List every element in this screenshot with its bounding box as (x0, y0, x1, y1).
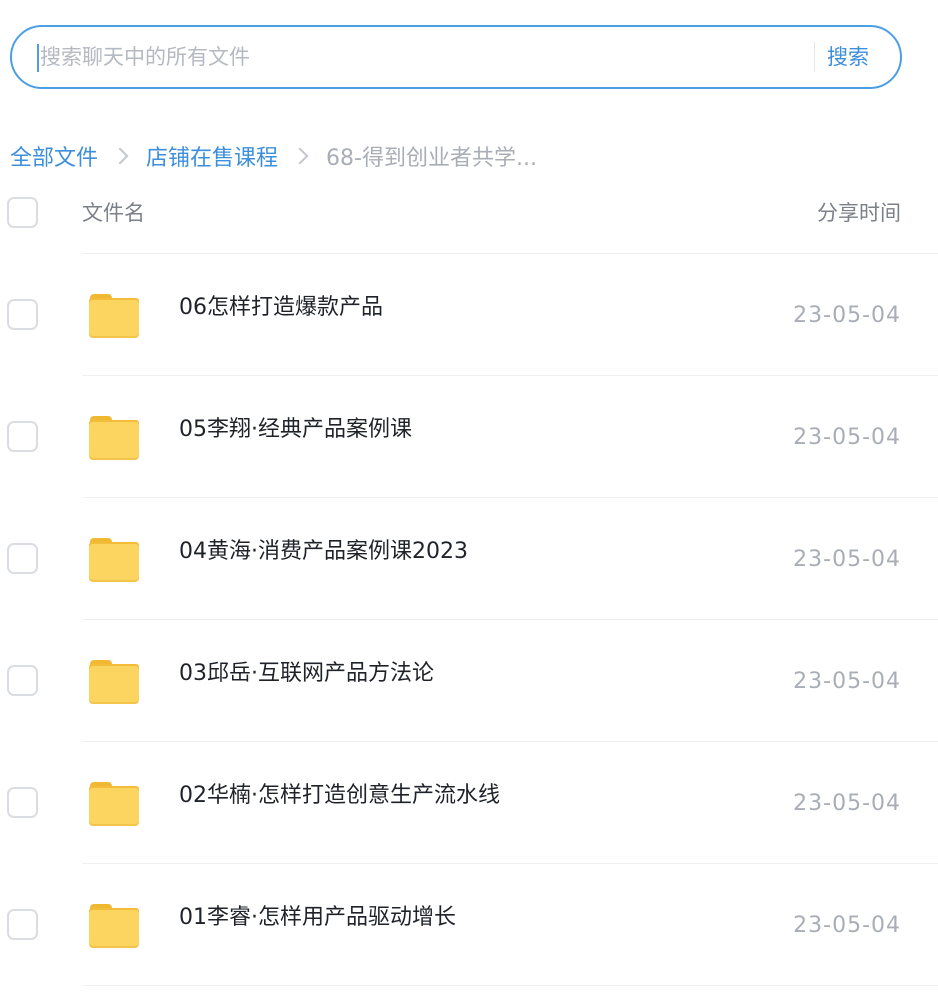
file-name[interactable]: 04黄海·消费产品案例课2023 (179, 537, 468, 567)
share-date: 23-05-04 (793, 791, 901, 816)
search-divider (814, 42, 815, 72)
table-row[interactable]: 02华楠·怎样打造创意生产流水线 23-05-04 (0, 742, 938, 864)
share-date: 23-05-04 (793, 547, 901, 572)
table-row[interactable]: 05李翔·经典产品案例课 23-05-04 (0, 376, 938, 498)
folder-icon (89, 660, 139, 704)
file-name[interactable]: 02华楠·怎样打造创意生产流水线 (179, 781, 500, 811)
folder-icon (89, 294, 139, 338)
share-date: 23-05-04 (793, 669, 901, 694)
folder-icon (89, 904, 139, 948)
folder-body (89, 788, 139, 826)
chevron-right-icon (291, 147, 309, 165)
column-header-name[interactable]: 文件名 (82, 198, 145, 228)
row-checkbox[interactable] (7, 421, 38, 452)
folder-body (89, 300, 139, 338)
row-checkbox[interactable] (7, 299, 38, 330)
folder-body (89, 910, 139, 948)
breadcrumb: 全部文件 店铺在售课程 68-得到创业者共学... (10, 136, 537, 176)
text-cursor (37, 44, 39, 72)
row-checkbox[interactable] (7, 665, 38, 696)
breadcrumb-current: 68-得到创业者共学... (326, 146, 537, 171)
chevron-right-icon (111, 147, 129, 165)
folder-body (89, 544, 139, 582)
file-name[interactable]: 05李翔·经典产品案例课 (179, 415, 412, 445)
table-row[interactable]: 06怎样打造爆款产品 23-05-04 (0, 254, 938, 376)
folder-icon (89, 416, 139, 460)
share-date: 23-05-04 (793, 913, 901, 938)
search-input[interactable] (40, 35, 800, 79)
folder-icon (89, 538, 139, 582)
folder-body (89, 666, 139, 704)
row-divider (82, 985, 938, 986)
folder-body (89, 422, 139, 460)
share-date: 23-05-04 (793, 425, 901, 450)
share-date: 23-05-04 (793, 303, 901, 328)
file-name[interactable]: 06怎样打造爆款产品 (179, 293, 383, 323)
row-checkbox[interactable] (7, 543, 38, 574)
select-all-checkbox[interactable] (7, 197, 38, 228)
file-name[interactable]: 03邱岳·互联网产品方法论 (179, 659, 434, 689)
breadcrumb-all-files[interactable]: 全部文件 (10, 140, 98, 172)
breadcrumb-store-courses[interactable]: 店铺在售课程 (146, 140, 278, 172)
row-checkbox[interactable] (7, 909, 38, 940)
folder-icon (89, 782, 139, 826)
row-checkbox[interactable] (7, 787, 38, 818)
table-row[interactable]: 03邱岳·互联网产品方法论 23-05-04 (0, 620, 938, 742)
search-button[interactable]: 搜索 (827, 38, 869, 76)
search-bar: 搜索 (10, 25, 902, 89)
table-row[interactable]: 01李睿·怎样用产品驱动增长 23-05-04 (0, 864, 938, 986)
file-name[interactable]: 01李睿·怎样用产品驱动增长 (179, 903, 456, 933)
table-row[interactable]: 04黄海·消费产品案例课2023 23-05-04 (0, 498, 938, 620)
file-browser: 搜索 全部文件 店铺在售课程 68-得到创业者共学... 文件名 分享时间 06… (0, 0, 938, 992)
column-header-share-time[interactable]: 分享时间 (817, 198, 901, 228)
